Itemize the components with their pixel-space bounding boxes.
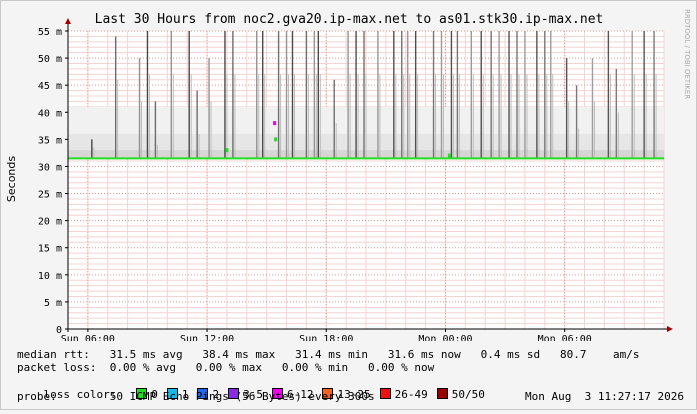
x-tick-label: Sun 12:00 [180,334,234,341]
rrdtool-watermark: RRDTOOL / TOBI OETIKER [683,9,691,99]
y-tick-label: 45 m [38,81,62,92]
rtt-chart: 05 m10 m15 m20 m25 m30 m35 m40 m45 m50 m… [5,9,691,341]
x-tick-labels: Sun 06:00 Sun 12:00 Sun 18:00 Mon 00:00 Mon … [61,334,592,341]
x-tick-label: Sun 06:00 [61,334,115,341]
loss-marker [273,121,277,126]
x-tick-label: Sun 18:00 [299,334,353,341]
loss-color-swatch [379,388,391,399]
loss-color-label-item: 50/50 [451,388,485,401]
probe-line: probe: 50 ICMP Echo Pings (56 Bytes) eve… [17,390,375,403]
loss-marker [274,137,278,142]
y-tick-label: 30 m [38,162,62,173]
x-axis-arrow [667,326,673,332]
y-tick-label: 20 m [38,217,62,228]
y-tick-labels: 05 m10 m15 m20 m25 m30 m35 m40 m45 m50 m… [38,27,62,336]
median-rtt-line: median rtt: 31.5 ms avg 38.4 ms max 31.4… [17,348,640,361]
packet-loss-line: packet loss: 0.00 % avg 0.00 % max 0.00 … [17,361,435,374]
y-tick-label: 50 m [38,54,62,65]
y-tick-label: 10 m [38,271,62,282]
loss-color-label-item: 26-49 [394,388,428,401]
y-tick-label: 15 m [38,244,62,255]
y-tick-label: 35 m [38,135,62,146]
x-tick-label: Mon 00:00 [418,334,472,341]
x-tick-label: Mon 06:00 [538,334,592,341]
chart-frame: 05 m 10 m 15 m 20 m 25 m 30 m 35 m 40 m 45 m 50 m… [0,0,697,410]
loss-color-item: 50/50 [436,388,485,401]
loss-marker [447,153,451,158]
y-tick-label: 40 m [38,108,62,119]
loss-color-item: 26-49 [379,388,428,401]
y-tick-label: 5 m [44,298,62,309]
y-tick-label: 55 m [38,27,62,38]
loss-marker [225,148,229,153]
timestamp: Mon Aug 3 11:27:17 2026 [525,390,684,403]
chart-title: Last 30 Hours from noc2.gva20.ip-max.net… [95,12,604,27]
y-tick-label: 25 m [38,190,62,201]
loss-color-swatch [436,388,448,399]
y-axis-label: Seconds [5,156,18,202]
y-axis-arrow [65,18,71,24]
